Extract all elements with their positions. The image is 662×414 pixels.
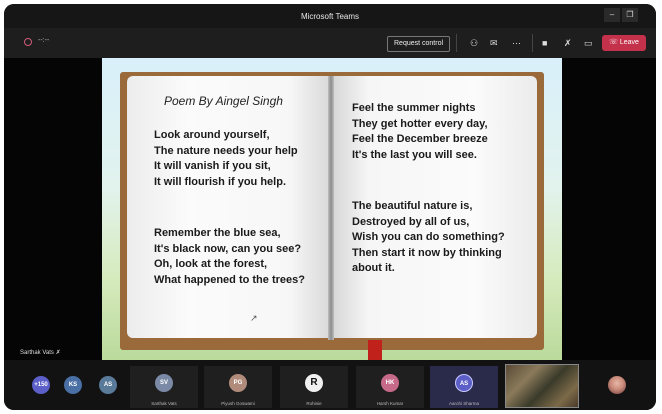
shared-screen: Poem By Aingel Singh Look around yoursel… <box>102 58 562 364</box>
poem-line: It will vanish if you sit, <box>154 160 271 172</box>
avatar: R <box>305 374 323 392</box>
request-control-button[interactable]: Request control <box>387 36 451 52</box>
mic-off-icon: ✗ <box>55 350 61 356</box>
poem-line: Feel the summer nights <box>352 102 476 114</box>
participant-tile[interactable]: PG Piyush Goswami <box>204 366 272 408</box>
book-left-page <box>127 76 330 338</box>
leave-button[interactable]: ☏ Leave <box>602 35 646 51</box>
poem-stanza-1: Look around yourself, The nature needs y… <box>154 128 298 190</box>
participant-tile[interactable]: R Rohinie <box>280 366 348 408</box>
participants-strip: +150 KS AS SV Sarthak Vats PG Piyush Gos… <box>4 360 656 410</box>
poem-line: It will flourish if you help. <box>154 175 286 188</box>
teams-window: Microsoft Teams – ❐ --:-- Request contro… <box>4 4 656 410</box>
poem-line: The beautiful nature is, <box>352 200 473 212</box>
participants-icon[interactable]: ⚇ <box>470 37 478 49</box>
avatar: AS <box>455 374 473 392</box>
chat-icon[interactable]: ✉ <box>490 37 498 49</box>
participant-tile[interactable]: HK Harsh Kumar <box>356 366 424 408</box>
mic-off-icon[interactable]: ✗ <box>564 37 572 49</box>
participant-tile[interactable]: AS Aarohi Sharma <box>430 366 498 408</box>
poem-line: It's black now, can you see? <box>154 242 302 255</box>
user-avatar[interactable] <box>608 376 626 394</box>
meeting-toolbar: --:-- Request control ⚇ ✉ ⋯ ■ ✗ ▭ ☏ Leav… <box>4 28 656 58</box>
share-tray-icon[interactable]: ▭ <box>584 37 593 49</box>
poem-line: Wish you can do something? <box>352 231 505 243</box>
book-spine <box>328 76 334 340</box>
avatar: SV <box>155 374 173 392</box>
restore-icon[interactable]: ❐ <box>622 8 638 22</box>
recording-icon <box>24 38 32 46</box>
poem-line: Feel the December breeze <box>352 133 488 145</box>
avatar[interactable]: KS <box>64 376 82 394</box>
toolbar-divider <box>456 34 457 52</box>
more-participants-badge[interactable]: +150 <box>32 376 50 394</box>
phone-icon: ☏ <box>609 39 618 46</box>
poem-line: They get hotter every day, <box>352 117 488 130</box>
leave-label: Leave <box>619 39 639 46</box>
participant-name: Sarthak Vats <box>151 401 177 406</box>
participant-tile[interactable]: SV Sarthak Vats <box>130 366 198 408</box>
poem-title: Poem By Aingel Singh <box>164 94 283 108</box>
video-tile[interactable] <box>505 364 579 408</box>
meeting-timer: --:-- <box>38 37 50 44</box>
poem-stanza-2: Remember the blue sea, It's black now, c… <box>154 226 305 288</box>
poem-line: Then start it now by thinking <box>352 246 502 259</box>
participant-name: Aarohi Sharma <box>448 401 479 406</box>
poem-line: What happened to the trees? <box>154 273 305 286</box>
participant-name: Rohinie <box>306 401 322 406</box>
poem-line: It's the last you will see. <box>352 148 477 161</box>
avatar: HK <box>381 374 399 392</box>
avatar: PG <box>229 374 247 392</box>
mouse-cursor-icon: ↗ <box>250 313 258 323</box>
window-title: Microsoft Teams <box>300 12 360 21</box>
poem-line: Look around yourself, <box>154 129 270 141</box>
participant-name: Piyush Goswami <box>221 401 255 406</box>
minimize-icon[interactable]: – <box>604 8 620 22</box>
participant-name: Harsh Kumar <box>376 401 404 406</box>
meeting-stage: Poem By Aingel Singh Look around yoursel… <box>4 58 656 364</box>
toolbar-divider <box>532 34 533 52</box>
poem-line: Oh, look at the forest, <box>154 258 268 270</box>
poem-line: Remember the blue sea, <box>154 227 281 239</box>
poem-line: The nature needs your help <box>154 144 298 157</box>
poem-line: about it. <box>352 262 395 274</box>
camera-icon[interactable]: ■ <box>542 37 547 49</box>
presenter-label: Sarthak Vats ✗ <box>20 350 61 356</box>
poem-stanza-3: Feel the summer nights They get hotter e… <box>352 101 488 163</box>
more-icon[interactable]: ⋯ <box>512 37 521 49</box>
poem-line: Destroyed by all of us, <box>352 215 470 228</box>
poem-stanza-4: The beautiful nature is, Destroyed by al… <box>352 199 505 277</box>
avatar[interactable]: AS <box>99 376 117 394</box>
title-bar: Microsoft Teams – ❐ <box>4 4 656 28</box>
